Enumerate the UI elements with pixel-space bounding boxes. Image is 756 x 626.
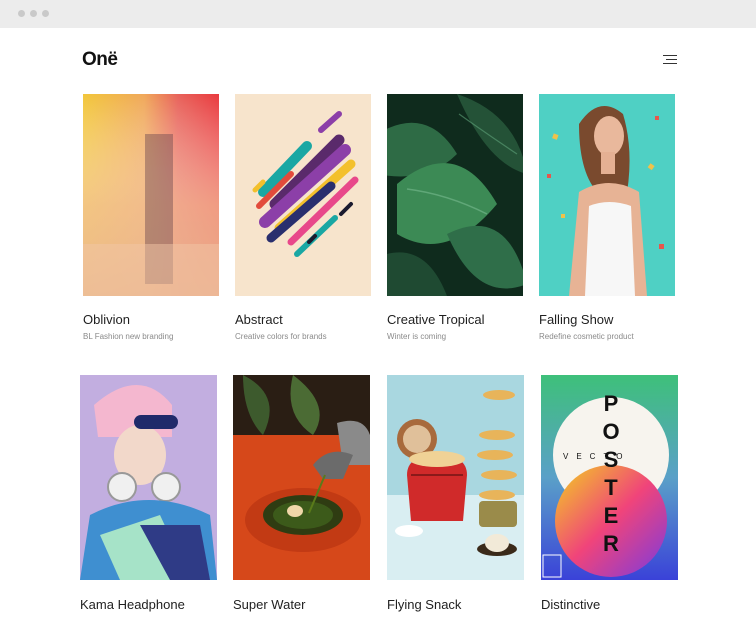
portfolio-card[interactable]: Flying Snack xyxy=(387,375,525,620)
project-thumbnail[interactable] xyxy=(83,94,219,296)
portfolio-card[interactable]: Falling Show Redefine cosmetic product xyxy=(539,94,676,344)
project-title[interactable]: Distinctive xyxy=(541,597,600,612)
project-title[interactable]: Falling Show xyxy=(539,312,613,327)
project-title[interactable]: Super Water xyxy=(233,597,306,612)
browser-chrome-bar xyxy=(0,0,756,28)
poster-vertical-letter: E xyxy=(604,503,619,528)
portfolio-card[interactable]: Abstract Creative colors for brands xyxy=(235,94,372,344)
window-dot-icon xyxy=(42,10,49,17)
project-subtitle: Redefine cosmetic product xyxy=(539,332,634,341)
project-title[interactable]: Kama Headphone xyxy=(80,597,185,612)
project-thumbnail[interactable] xyxy=(387,375,524,580)
site-logo[interactable]: Onë xyxy=(82,49,118,71)
portfolio-card[interactable]: Super Water xyxy=(233,375,371,620)
project-title[interactable]: Flying Snack xyxy=(387,597,461,612)
portfolio-card[interactable]: P O S T E R VECTO Distinctive xyxy=(541,375,679,620)
poster-vertical-letter: O xyxy=(602,419,619,444)
portfolio-card[interactable]: Kama Headphone xyxy=(80,375,218,620)
project-thumbnail[interactable] xyxy=(387,94,523,296)
project-title[interactable]: Oblivion xyxy=(83,312,130,327)
poster-vertical-letter: T xyxy=(604,475,618,500)
project-thumbnail[interactable]: P O S T E R VECTO xyxy=(541,375,678,580)
poster-vertical-letter: R xyxy=(603,531,619,556)
project-title[interactable]: Creative Tropical xyxy=(387,312,485,327)
project-thumbnail[interactable] xyxy=(233,375,370,580)
poster-horizontal-text: VECTO xyxy=(563,452,630,461)
project-subtitle: Creative colors for brands xyxy=(235,332,327,341)
project-thumbnail[interactable] xyxy=(80,375,217,580)
portfolio-card[interactable]: Oblivion BL Fashion new branding xyxy=(83,94,220,344)
window-dot-icon xyxy=(18,10,25,17)
project-title[interactable]: Abstract xyxy=(235,312,283,327)
project-subtitle: Winter is coming xyxy=(387,332,447,341)
hamburger-menu-icon[interactable] xyxy=(663,55,677,65)
window-dot-icon xyxy=(30,10,37,17)
poster-vertical-letter: P xyxy=(604,391,619,416)
portfolio-card[interactable]: Creative Tropical Winter is coming xyxy=(387,94,524,344)
project-thumbnail[interactable] xyxy=(235,94,371,296)
project-subtitle: BL Fashion new branding xyxy=(83,332,174,341)
project-thumbnail[interactable] xyxy=(539,94,675,296)
